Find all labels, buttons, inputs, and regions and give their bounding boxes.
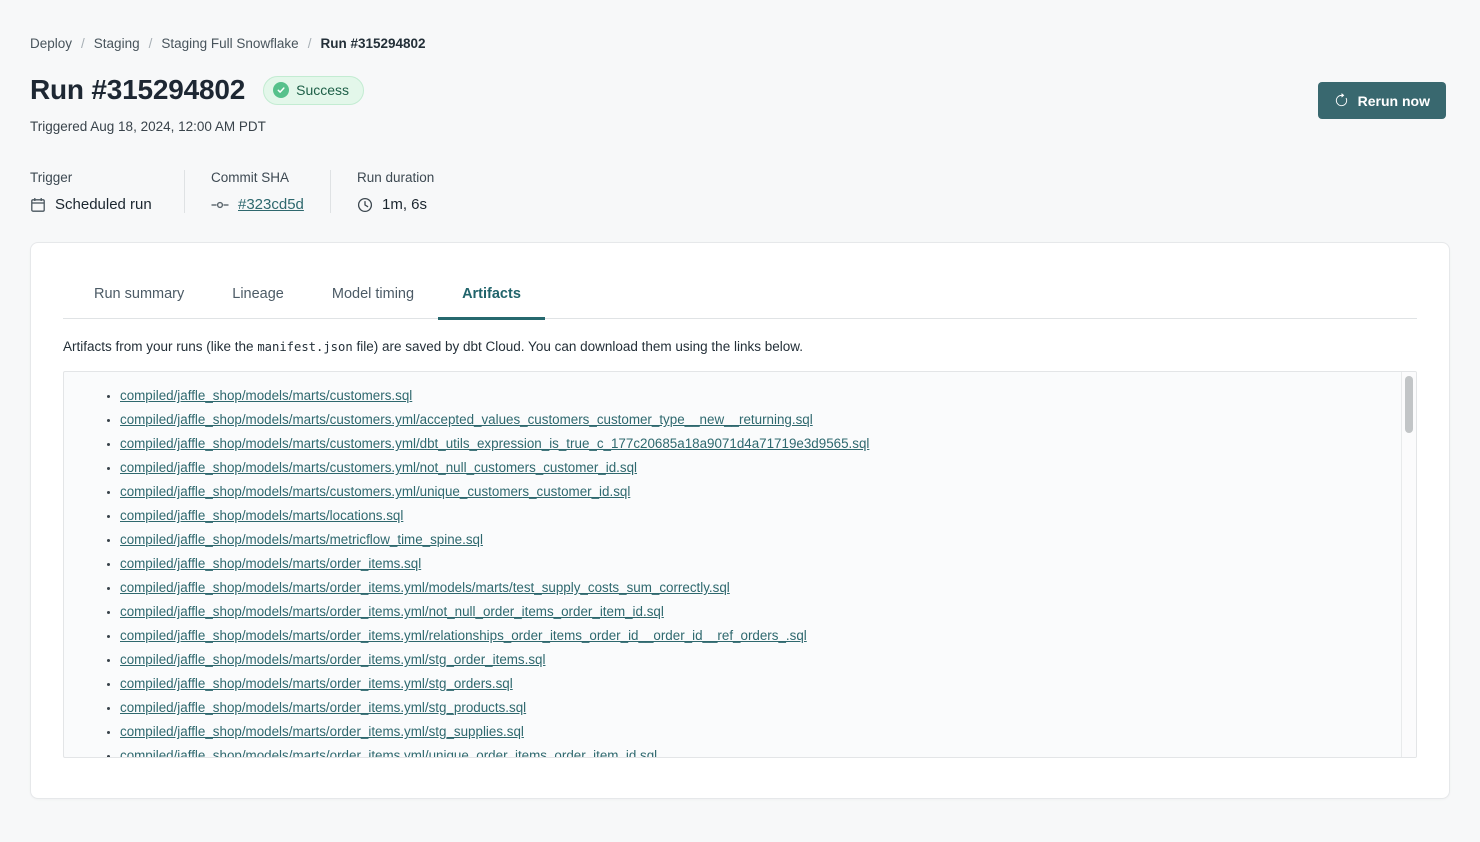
status-label: Success	[296, 82, 349, 98]
artifact-list-item: compiled/jaffle_shop/models/marts/order_…	[120, 576, 1376, 600]
artifact-download-link[interactable]: compiled/jaffle_shop/models/marts/order_…	[120, 676, 513, 691]
artifact-download-link[interactable]: compiled/jaffle_shop/models/marts/order_…	[120, 652, 545, 667]
artifacts-description-suffix: file) are saved by dbt Cloud. You can do…	[353, 339, 803, 354]
breadcrumb-link[interactable]: Run #315294802	[320, 36, 425, 51]
artifact-list-item: compiled/jaffle_shop/models/marts/order_…	[120, 648, 1376, 672]
meta-commit-label: Commit SHA	[211, 170, 304, 185]
rerun-now-label: Rerun now	[1358, 93, 1430, 109]
meta-trigger: Trigger Scheduled run	[30, 170, 184, 213]
breadcrumb-item[interactable]: Run #315294802 /	[320, 36, 425, 51]
meta-duration-label: Run duration	[357, 170, 434, 185]
calendar-icon	[30, 197, 46, 213]
artifact-download-link[interactable]: compiled/jaffle_shop/models/marts/custom…	[120, 484, 630, 499]
breadcrumb-item[interactable]: Staging /	[94, 36, 162, 51]
artifact-list-item: compiled/jaffle_shop/models/marts/custom…	[120, 384, 1376, 408]
artifact-list-viewport: compiled/jaffle_shop/models/marts/custom…	[64, 372, 1416, 757]
artifact-list-item: compiled/jaffle_shop/models/marts/order_…	[120, 552, 1376, 576]
artifacts-description: Artifacts from your runs (like the manif…	[63, 339, 1417, 354]
artifact-list-item: compiled/jaffle_shop/models/marts/order_…	[120, 696, 1376, 720]
artifact-download-link[interactable]: compiled/jaffle_shop/models/marts/custom…	[120, 436, 869, 451]
meta-trigger-value: Scheduled run	[55, 196, 152, 213]
breadcrumb: Deploy / Staging / Staging Full Snowflak…	[30, 36, 1450, 51]
artifact-list-box: compiled/jaffle_shop/models/marts/custom…	[63, 371, 1417, 758]
artifact-list-item: compiled/jaffle_shop/models/marts/locati…	[120, 504, 1376, 528]
artifact-list-item: compiled/jaffle_shop/models/marts/order_…	[120, 624, 1376, 648]
breadcrumb-separator: /	[308, 36, 312, 51]
run-meta-row: Trigger Scheduled run Commit SHA	[30, 170, 1450, 213]
manifest-json-code: manifest.json	[257, 340, 352, 354]
breadcrumb-link[interactable]: Deploy	[30, 36, 72, 51]
breadcrumb-separator: /	[149, 36, 153, 51]
artifact-download-link[interactable]: compiled/jaffle_shop/models/marts/custom…	[120, 388, 412, 403]
artifact-list-item: compiled/jaffle_shop/models/marts/order_…	[120, 672, 1376, 696]
tab[interactable]: Lineage	[208, 286, 308, 320]
status-badge: Success	[263, 76, 364, 105]
artifacts-description-prefix: Artifacts from your runs (like the	[63, 339, 257, 354]
tab[interactable]: Run summary	[70, 286, 208, 320]
artifact-download-link[interactable]: compiled/jaffle_shop/models/marts/order_…	[120, 556, 421, 571]
artifact-list-item: compiled/jaffle_shop/models/marts/custom…	[120, 456, 1376, 480]
refresh-icon	[1334, 93, 1349, 108]
artifact-list-item: compiled/jaffle_shop/models/marts/custom…	[120, 408, 1376, 432]
rerun-now-button[interactable]: Rerun now	[1318, 82, 1446, 119]
run-detail-card: Run summary Lineage Model timing Artifac…	[30, 242, 1450, 799]
artifact-download-link[interactable]: compiled/jaffle_shop/models/marts/metric…	[120, 532, 483, 547]
artifact-list-item: compiled/jaffle_shop/models/marts/custom…	[120, 432, 1376, 456]
artifact-download-link[interactable]: compiled/jaffle_shop/models/marts/order_…	[120, 700, 526, 715]
commit-sha-link[interactable]: #323cd5d	[238, 196, 304, 213]
scrollbar-track[interactable]	[1401, 372, 1416, 757]
artifact-download-link[interactable]: compiled/jaffle_shop/models/marts/order_…	[120, 724, 524, 739]
breadcrumb-link[interactable]: Staging Full Snowflake	[161, 36, 298, 51]
artifact-list-item: compiled/jaffle_shop/models/marts/order_…	[120, 744, 1376, 757]
artifact-download-link[interactable]: compiled/jaffle_shop/models/marts/order_…	[120, 748, 657, 757]
meta-trigger-label: Trigger	[30, 170, 158, 185]
artifact-download-link[interactable]: compiled/jaffle_shop/models/marts/order_…	[120, 628, 807, 643]
breadcrumb-item[interactable]: Staging Full Snowflake /	[161, 36, 320, 51]
artifact-download-link[interactable]: compiled/jaffle_shop/models/marts/custom…	[120, 412, 813, 427]
artifact-download-link[interactable]: compiled/jaffle_shop/models/marts/locati…	[120, 508, 403, 523]
breadcrumb-link[interactable]: Staging	[94, 36, 140, 51]
meta-duration: Run duration 1m, 6s	[330, 170, 460, 213]
scrollbar-thumb[interactable]	[1405, 376, 1413, 433]
check-circle-icon	[273, 82, 289, 98]
artifact-list-item: compiled/jaffle_shop/models/marts/metric…	[120, 528, 1376, 552]
artifact-list-item: compiled/jaffle_shop/models/marts/order_…	[120, 720, 1376, 744]
meta-duration-value: 1m, 6s	[382, 196, 427, 213]
artifact-list-item: compiled/jaffle_shop/models/marts/custom…	[120, 480, 1376, 504]
artifact-download-link[interactable]: compiled/jaffle_shop/models/marts/custom…	[120, 460, 637, 475]
artifact-download-link[interactable]: compiled/jaffle_shop/models/marts/order_…	[120, 580, 730, 595]
breadcrumb-separator: /	[81, 36, 85, 51]
run-detail-page: Deploy / Staging / Staging Full Snowflak…	[0, 0, 1480, 799]
tab[interactable]: Model timing	[308, 286, 438, 320]
tab[interactable]: Artifacts	[438, 286, 545, 320]
clock-icon	[357, 197, 373, 213]
title-row: Run #315294802 Success	[30, 71, 1450, 109]
commit-icon	[211, 197, 229, 213]
triggered-text: Triggered Aug 18, 2024, 12:00 AM PDT	[30, 119, 1450, 134]
artifact-list: compiled/jaffle_shop/models/marts/custom…	[104, 384, 1376, 757]
page-title: Run #315294802	[30, 74, 245, 106]
artifact-list-item: compiled/jaffle_shop/models/marts/order_…	[120, 600, 1376, 624]
breadcrumb-item[interactable]: Deploy /	[30, 36, 94, 51]
artifact-download-link[interactable]: compiled/jaffle_shop/models/marts/order_…	[120, 604, 664, 619]
tab-bar: Run summary Lineage Model timing Artifac…	[63, 243, 1417, 319]
meta-commit: Commit SHA #323cd5d	[184, 170, 330, 213]
